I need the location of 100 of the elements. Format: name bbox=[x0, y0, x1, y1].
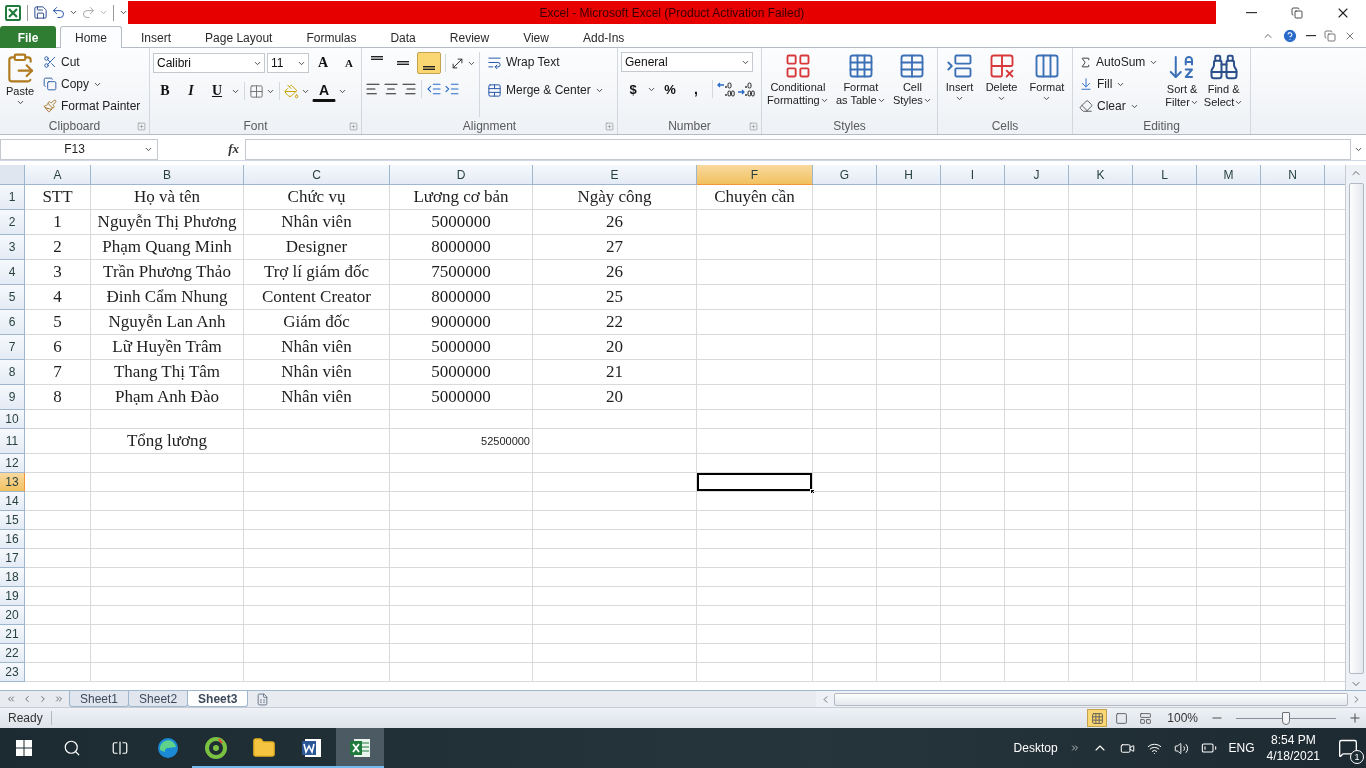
row-header[interactable]: 5 bbox=[0, 285, 25, 310]
restore-icon[interactable] bbox=[1324, 30, 1336, 42]
slider-thumb[interactable] bbox=[1282, 711, 1290, 725]
column-header[interactable]: H bbox=[877, 165, 941, 185]
row-header[interactable]: 21 bbox=[0, 625, 25, 644]
font-color-button[interactable]: A bbox=[312, 80, 336, 102]
row-header[interactable]: 15 bbox=[0, 511, 25, 530]
view-button[interactable] bbox=[1087, 709, 1108, 727]
fill-button[interactable]: Fill bbox=[1076, 74, 1162, 94]
cells-button[interactable]: Delete bbox=[984, 52, 1019, 117]
bold-button[interactable]: B bbox=[153, 80, 177, 102]
ribbon-tab[interactable]: Home bbox=[60, 26, 122, 48]
clear-button[interactable]: Clear bbox=[1076, 96, 1162, 116]
comma-button[interactable]: , bbox=[684, 78, 708, 100]
cells-button[interactable]: Insert bbox=[944, 52, 975, 117]
cells-button[interactable]: Format bbox=[1028, 52, 1066, 117]
row-header[interactable]: 12 bbox=[0, 454, 25, 473]
column-header[interactable]: B bbox=[91, 165, 244, 185]
align-center-icon[interactable] bbox=[383, 81, 399, 97]
file-tab[interactable]: File bbox=[0, 26, 56, 48]
align-left-icon[interactable] bbox=[365, 81, 381, 97]
column-header[interactable]: G bbox=[813, 165, 877, 185]
column-header[interactable]: I bbox=[941, 165, 1005, 185]
number-format-field[interactable]: General bbox=[621, 52, 753, 72]
find-select-button[interactable]: Find & Select bbox=[1202, 52, 1245, 117]
font-size-field[interactable]: 11 bbox=[267, 53, 309, 73]
row-header[interactable]: 4 bbox=[0, 260, 25, 285]
style-button[interactable]: Format as Table bbox=[834, 52, 887, 117]
clock-time[interactable]: 8:54 PM bbox=[1270, 733, 1316, 747]
align-right-icon[interactable] bbox=[401, 81, 417, 97]
selected-cell[interactable] bbox=[697, 473, 813, 492]
sheet-tab[interactable]: Sheet2 bbox=[128, 691, 189, 707]
next-sheet-icon[interactable] bbox=[38, 694, 48, 704]
row-header[interactable]: 8 bbox=[0, 360, 25, 385]
new-sheet-icon[interactable] bbox=[256, 692, 270, 706]
column-header[interactable]: C bbox=[244, 165, 390, 185]
underline-button[interactable]: U bbox=[205, 80, 229, 102]
row-header[interactable]: 9 bbox=[0, 385, 25, 410]
ribbon-tab[interactable]: Insert bbox=[126, 26, 187, 48]
ribbon-tab[interactable]: Page Layout bbox=[190, 26, 288, 48]
row-header[interactable]: 18 bbox=[0, 568, 25, 587]
notification-icon[interactable] bbox=[1338, 738, 1358, 758]
zoom-level[interactable]: 100% bbox=[1167, 711, 1198, 725]
row-header[interactable]: 2 bbox=[0, 210, 25, 235]
ribbon-tab[interactable]: Review bbox=[434, 26, 505, 48]
ribbon-tab[interactable]: Formulas bbox=[291, 26, 372, 48]
fill-bucket-icon[interactable] bbox=[284, 83, 299, 99]
row-header[interactable]: 6 bbox=[0, 310, 25, 335]
row-header[interactable]: 10 bbox=[0, 410, 25, 429]
copy-button[interactable]: Copy bbox=[40, 74, 144, 94]
chevrons-icon[interactable] bbox=[1069, 743, 1080, 753]
style-button[interactable]: Cell Styles bbox=[891, 52, 933, 117]
previous-sheet-icon[interactable] bbox=[22, 694, 32, 704]
cut-button[interactable]: Cut bbox=[40, 52, 144, 72]
format-painter-button[interactable]: Format Painter bbox=[40, 96, 144, 116]
volume-icon[interactable] bbox=[1173, 740, 1189, 756]
zoom-in-icon[interactable] bbox=[1348, 711, 1362, 725]
row-header[interactable]: 16 bbox=[0, 530, 25, 549]
row-header[interactable]: 17 bbox=[0, 549, 25, 568]
language-indicator[interactable]: ENG bbox=[1228, 741, 1255, 755]
row-header[interactable]: 22 bbox=[0, 644, 25, 663]
first-sheet-icon[interactable] bbox=[6, 694, 16, 704]
row-header[interactable]: 23 bbox=[0, 663, 25, 682]
paste-button[interactable]: Paste bbox=[3, 52, 37, 117]
style-button[interactable]: Conditional Formatting bbox=[766, 52, 830, 117]
column-header[interactable]: F bbox=[697, 165, 813, 185]
wrap-text-button[interactable]: Wrap Text bbox=[484, 52, 607, 72]
excel-logo-icon[interactable] bbox=[4, 3, 22, 22]
column-header[interactable]: E bbox=[533, 165, 697, 185]
insert-function-button[interactable]: fx bbox=[228, 141, 239, 157]
column-header[interactable]: M bbox=[1197, 165, 1261, 185]
borders-icon[interactable] bbox=[249, 83, 264, 99]
sheet-tab[interactable]: Sheet1 bbox=[69, 691, 130, 707]
save-icon[interactable] bbox=[33, 5, 48, 20]
undo-icon[interactable] bbox=[51, 5, 66, 20]
formula-input[interactable] bbox=[245, 138, 1351, 160]
row-header[interactable]: 20 bbox=[0, 606, 25, 625]
row-header[interactable]: 13 bbox=[0, 473, 25, 492]
merge-center-button[interactable]: Merge & Center bbox=[484, 80, 607, 100]
wifi-icon[interactable] bbox=[1146, 740, 1162, 756]
column-header[interactable]: K bbox=[1069, 165, 1133, 185]
slanted-arrow-icon[interactable] bbox=[450, 55, 465, 71]
grow-font-button[interactable]: A bbox=[311, 52, 335, 74]
horizontal-scrollbar[interactable] bbox=[816, 691, 1366, 707]
fill-handle[interactable] bbox=[810, 489, 815, 494]
sort-filter-button[interactable]: Sort & Filter bbox=[1164, 52, 1200, 117]
shrink-font-button[interactable]: A bbox=[337, 52, 361, 74]
indent-decrease-icon[interactable] bbox=[426, 81, 442, 97]
ribbon-tab[interactable]: View bbox=[508, 26, 564, 48]
italic-button[interactable]: I bbox=[179, 80, 203, 102]
vertical-align-button[interactable] bbox=[417, 52, 441, 74]
column-header[interactable]: N bbox=[1261, 165, 1325, 185]
row-header[interactable]: 14 bbox=[0, 492, 25, 511]
row-header[interactable]: 11 bbox=[0, 429, 25, 454]
row-header[interactable]: 19 bbox=[0, 587, 25, 606]
currency-button[interactable]: $ bbox=[621, 78, 645, 100]
column-header[interactable]: J bbox=[1005, 165, 1069, 185]
ribbon-tab[interactable]: Add-Ins bbox=[567, 26, 640, 48]
row-header[interactable]: 1 bbox=[0, 185, 25, 210]
percent-button[interactable]: % bbox=[658, 78, 682, 100]
